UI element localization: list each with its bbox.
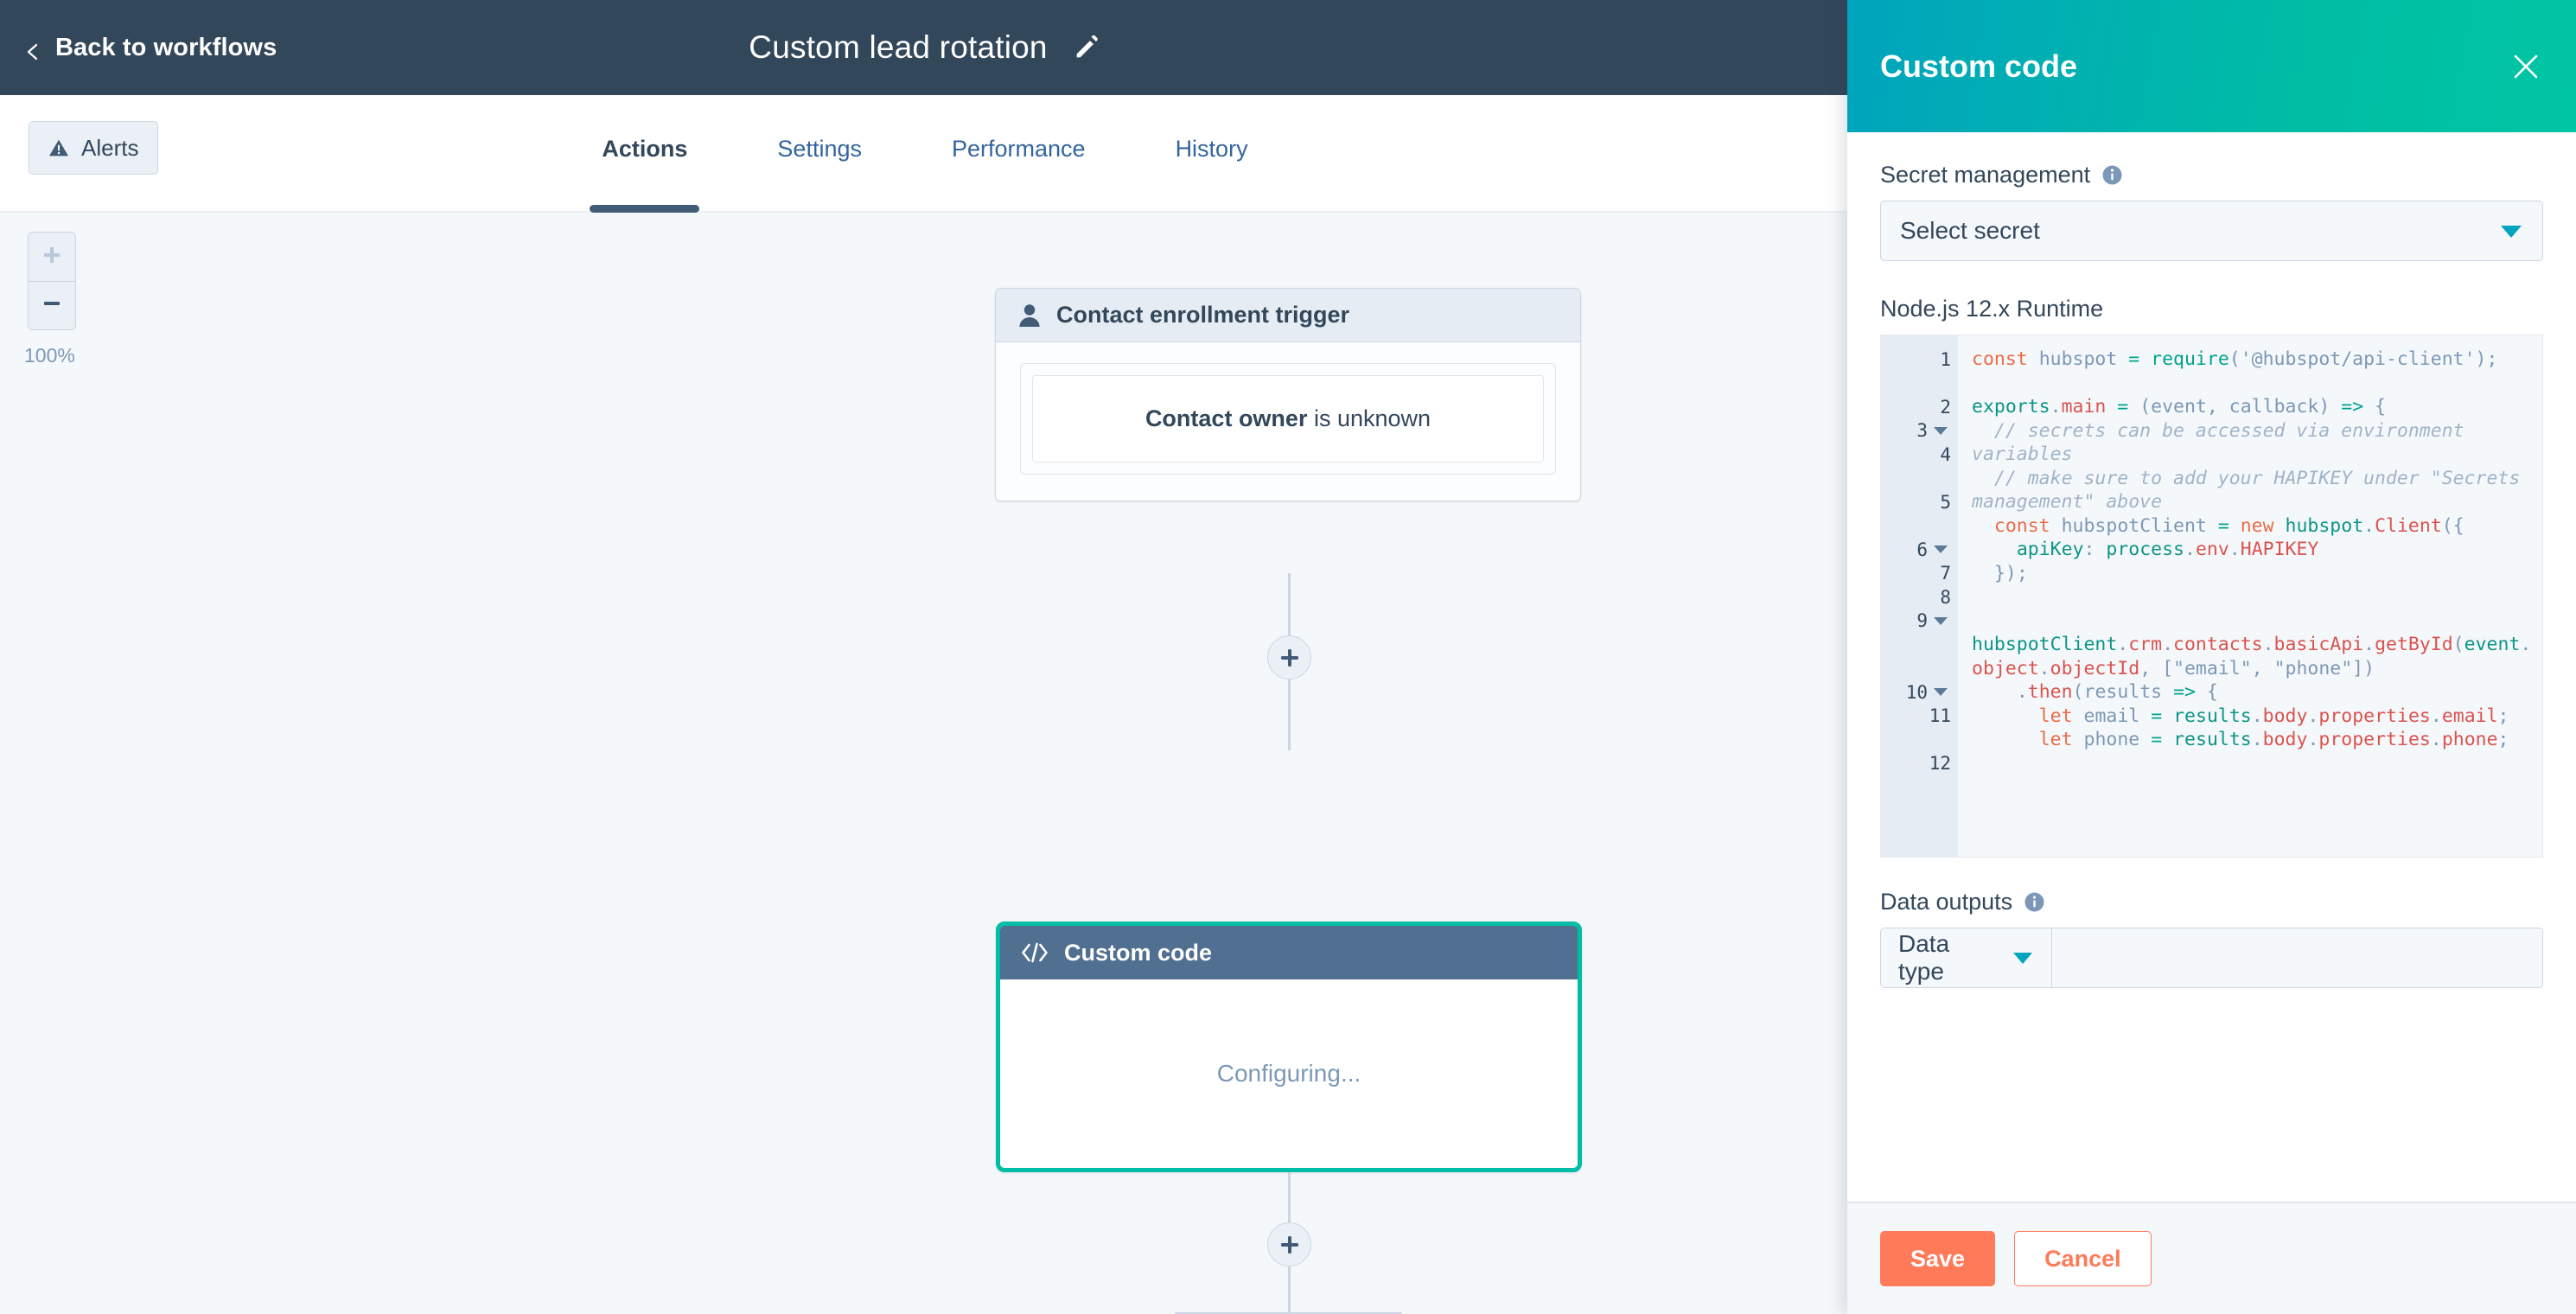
select-secret-dropdown[interactable]: Select secret <box>1880 201 2543 261</box>
line-number: 12 <box>1929 753 1951 775</box>
tab-settings[interactable]: Settings <box>732 136 907 213</box>
data-output-row: Data type <box>1880 928 2543 988</box>
fold-arrow-icon[interactable] <box>1934 616 1948 625</box>
trigger-filter-group[interactable]: Contact owner is unknown <box>1020 363 1556 475</box>
custom-code-panel: Custom code Secret management Select sec… <box>1847 0 2576 1314</box>
line-number: 8 <box>1940 586 1951 608</box>
chevron-down-icon <box>2012 944 2034 972</box>
line-number: 2 <box>1940 396 1951 418</box>
plus-icon <box>1278 646 1302 670</box>
custom-code-node[interactable]: Custom code Configuring... <box>996 922 1582 1172</box>
workflow-title-group: Custom lead rotation <box>0 0 1850 95</box>
page-title: Custom lead rotation <box>749 29 1048 65</box>
back-to-workflows-label: Back to workflows <box>55 33 277 61</box>
tab-list: Actions Settings Performance History <box>0 95 1850 213</box>
workflow-flow: Contact enrollment trigger Contact owner… <box>0 214 1850 1314</box>
flow-connector-line <box>1288 573 1291 638</box>
select-secret-value: Select secret <box>1900 217 2040 244</box>
line-number <box>1881 372 1958 396</box>
secret-management-label-row: Secret management <box>1880 162 2543 188</box>
line-number <box>1881 514 1958 539</box>
pencil-icon[interactable] <box>1072 33 1101 62</box>
tab-actions[interactable]: Actions <box>557 136 732 213</box>
tab-history[interactable]: History <box>1131 136 1293 213</box>
fold-arrow-icon[interactable] <box>1934 688 1948 697</box>
line-number: 9 <box>1881 609 1958 634</box>
info-icon[interactable] <box>2101 164 2123 186</box>
contact-enrollment-trigger-node[interactable]: Contact enrollment trigger Contact owner… <box>995 288 1581 501</box>
workflow-canvas[interactable]: 100% Contact enrollment trigger Contact … <box>0 214 1850 1314</box>
custom-code-node-status: Configuring... <box>1000 979 1578 1168</box>
add-action-button-top[interactable] <box>1267 635 1311 679</box>
line-number <box>1881 775 1958 800</box>
line-number: 6 <box>1881 538 1958 562</box>
panel-title: Custom code <box>1880 48 2078 84</box>
chevron-down-icon <box>2499 222 2523 239</box>
plus-icon <box>1278 1233 1302 1257</box>
fold-arrow-icon[interactable] <box>1934 426 1948 435</box>
trigger-filter-condition: is unknown <box>1313 405 1431 431</box>
code-editor[interactable]: 1 2 3 4 5 6 7 8 9 10 11 12 const hubspot… <box>1880 335 2543 858</box>
editor-source[interactable]: const hubspot = require('@hubspot/api-cl… <box>1958 335 2542 857</box>
line-number: 11 <box>1929 705 1951 727</box>
workflow-tab-bar: Alerts Actions Settings Performance Hist… <box>0 95 1850 213</box>
line-number <box>1881 467 1958 491</box>
panel-footer: Save Cancel <box>1847 1202 2576 1314</box>
add-action-button-bottom[interactable] <box>1267 1222 1311 1266</box>
fold-arrow-icon[interactable] <box>1934 545 1948 554</box>
line-number: 3 <box>1881 419 1958 443</box>
line-number: 10 <box>1881 680 1958 705</box>
editor-gutter: 1 2 3 4 5 6 7 8 9 10 11 12 <box>1881 335 1958 857</box>
close-x-icon[interactable] <box>2509 49 2543 84</box>
tab-performance[interactable]: Performance <box>907 136 1131 213</box>
data-outputs-label: Data outputs <box>1880 889 2013 915</box>
line-number: 5 <box>1940 491 1951 513</box>
panel-header: Custom code <box>1847 0 2576 132</box>
line-number <box>1881 657 1958 681</box>
data-type-label: Data type <box>1898 930 1950 985</box>
line-number: 1 <box>1940 348 1951 370</box>
trigger-node-title: Contact enrollment trigger <box>1056 302 1350 328</box>
line-number: 7 <box>1940 563 1951 584</box>
flow-connector-line <box>1288 679 1291 750</box>
flow-connector-line <box>1288 1266 1291 1314</box>
trigger-filter-property: Contact owner <box>1145 405 1308 431</box>
info-icon[interactable] <box>2024 891 2045 913</box>
custom-code-node-header: Custom code <box>1000 926 1578 979</box>
secret-management-label: Secret management <box>1880 162 2091 188</box>
cancel-button[interactable]: Cancel <box>2014 1231 2152 1286</box>
line-number: 4 <box>1940 443 1951 465</box>
code-brackets-icon <box>1021 942 1049 963</box>
data-output-name-cell[interactable] <box>2052 928 2542 987</box>
custom-code-node-title: Custom code <box>1064 939 1213 966</box>
line-number <box>1881 728 1958 752</box>
save-button[interactable]: Save <box>1880 1231 1996 1286</box>
data-outputs-label-row: Data outputs <box>1880 889 2543 915</box>
data-output-name-input[interactable] <box>2052 928 2542 987</box>
line-number <box>1881 633 1958 657</box>
trigger-filter-criterion[interactable]: Contact owner is unknown <box>1032 375 1544 462</box>
chevron-left-icon <box>24 39 41 61</box>
trigger-node-body: Contact owner is unknown <box>996 342 1580 501</box>
contact-person-icon <box>1018 303 1041 328</box>
panel-body: Secret management Select secret Node.js … <box>1847 132 2576 1202</box>
runtime-label: Node.js 12.x Runtime <box>1880 296 2104 322</box>
trigger-node-header: Contact enrollment trigger <box>996 289 1580 342</box>
back-to-workflows-button[interactable]: Back to workflows <box>24 34 277 62</box>
data-type-dropdown[interactable]: Data type <box>1881 928 2052 987</box>
